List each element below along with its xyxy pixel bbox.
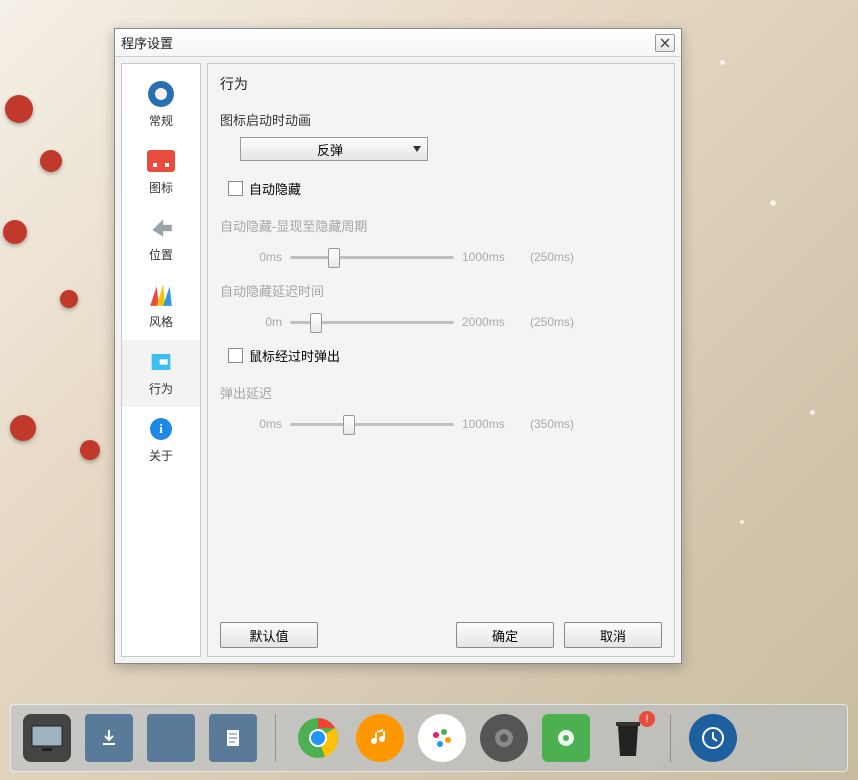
slider-min: 0ms	[228, 250, 282, 264]
auto-hide-label: 自动隐藏	[249, 179, 301, 198]
gear-icon	[145, 78, 177, 110]
bg-berry	[80, 440, 100, 460]
bg-snow	[810, 410, 815, 415]
dropdown-selected: 反弹	[247, 140, 413, 159]
clock-app-icon[interactable]	[689, 714, 737, 762]
bg-berry	[5, 95, 33, 123]
popup-checkbox[interactable]	[228, 348, 243, 363]
bg-snow	[720, 60, 725, 65]
slider-max: 1000ms	[462, 250, 522, 264]
settings-gear-icon[interactable]	[480, 714, 528, 762]
slider-thumb[interactable]	[343, 415, 355, 435]
auto-hide-checkbox[interactable]	[228, 181, 243, 196]
dialog-title: 程序设置	[121, 33, 655, 52]
close-button[interactable]	[655, 34, 675, 52]
sidebar-item-label: 关于	[122, 447, 200, 464]
bg-berry	[10, 415, 36, 441]
bg-berry	[40, 150, 62, 172]
sidebar-item-about[interactable]: i 关于	[122, 407, 200, 474]
slider-max: 2000ms	[462, 315, 522, 329]
sidebar-item-label: 常规	[122, 112, 200, 129]
slider-value: (250ms)	[530, 250, 586, 264]
button-label: 默认值	[249, 626, 288, 645]
delay-label: 自动隐藏延迟时间	[220, 281, 662, 300]
music-icon[interactable]	[356, 714, 404, 762]
slider-thumb[interactable]	[328, 248, 340, 268]
settings-dialog: 程序设置 常规 图标 位置 风	[114, 28, 682, 664]
sidebar: 常规 图标 位置 风格 行为	[121, 63, 201, 657]
section-title: 行为	[220, 74, 662, 94]
slider-thumb[interactable]	[310, 313, 322, 333]
slider-max: 1000ms	[462, 417, 522, 431]
bg-berry	[3, 220, 27, 244]
sidebar-item-label: 位置	[122, 246, 200, 263]
system-settings-icon[interactable]	[542, 714, 590, 762]
slider-min: 0ms	[228, 417, 282, 431]
cycle-label: 自动隐藏-显现至隐藏周期	[220, 216, 662, 235]
sidebar-item-behavior[interactable]: 行为	[122, 340, 200, 407]
chrome-icon[interactable]	[294, 714, 342, 762]
sidebar-item-icons[interactable]: 图标	[122, 139, 200, 206]
trash-icon[interactable]: !	[604, 714, 652, 762]
info-icon: i	[145, 413, 177, 445]
fan-icon	[145, 279, 177, 311]
icons-icon	[145, 145, 177, 177]
documents-folder-icon[interactable]	[209, 714, 257, 762]
bg-snow	[740, 520, 744, 524]
sidebar-item-general[interactable]: 常规	[122, 72, 200, 139]
dock: !	[10, 704, 848, 772]
slider-track	[290, 423, 454, 426]
bg-berry	[60, 290, 78, 308]
dock-separator	[275, 714, 276, 762]
sidebar-item-label: 图标	[122, 179, 200, 196]
sidebar-item-label: 行为	[122, 380, 200, 397]
monitor-icon[interactable]	[23, 714, 71, 762]
folder-icon[interactable]	[147, 714, 195, 762]
button-label: 确定	[492, 626, 518, 645]
delay-slider[interactable]	[290, 312, 454, 332]
bg-snow	[770, 200, 776, 206]
slider-value: (250ms)	[530, 315, 586, 329]
delay-slider-row: 0m 2000ms (250ms)	[228, 312, 662, 332]
trash-badge: !	[639, 711, 655, 727]
slider-track	[290, 256, 454, 259]
sidebar-item-label: 风格	[122, 313, 200, 330]
defaults-button[interactable]: 默认值	[220, 622, 318, 648]
palette-icon[interactable]	[418, 714, 466, 762]
close-icon	[660, 38, 670, 48]
cycle-slider[interactable]	[290, 247, 454, 267]
square-icon	[145, 346, 177, 378]
titlebar[interactable]: 程序设置	[115, 29, 681, 57]
popup-delay-label: 弹出延迟	[220, 383, 662, 402]
button-label: 取消	[600, 626, 626, 645]
chevron-down-icon	[413, 146, 421, 152]
popup-delay-slider-row: 0ms 1000ms (350ms)	[228, 414, 662, 434]
anim-label: 图标启动时动画	[220, 110, 662, 129]
slider-value: (350ms)	[530, 417, 586, 431]
popup-label: 鼠标经过时弹出	[249, 346, 340, 365]
ok-button[interactable]: 确定	[456, 622, 554, 648]
anim-dropdown[interactable]: 反弹	[240, 137, 428, 161]
popup-delay-slider[interactable]	[290, 414, 454, 434]
dock-separator	[670, 714, 671, 762]
cycle-slider-row: 0ms 1000ms (250ms)	[228, 247, 662, 267]
arrow-icon	[145, 212, 177, 244]
sidebar-item-position[interactable]: 位置	[122, 206, 200, 273]
slider-min: 0m	[228, 315, 282, 329]
sidebar-item-style[interactable]: 风格	[122, 273, 200, 340]
cancel-button[interactable]: 取消	[564, 622, 662, 648]
content-panel: 行为 图标启动时动画 反弹 自动隐藏 自动隐藏-显现至隐藏周期 0ms 1000…	[207, 63, 675, 657]
downloads-folder-icon[interactable]	[85, 714, 133, 762]
